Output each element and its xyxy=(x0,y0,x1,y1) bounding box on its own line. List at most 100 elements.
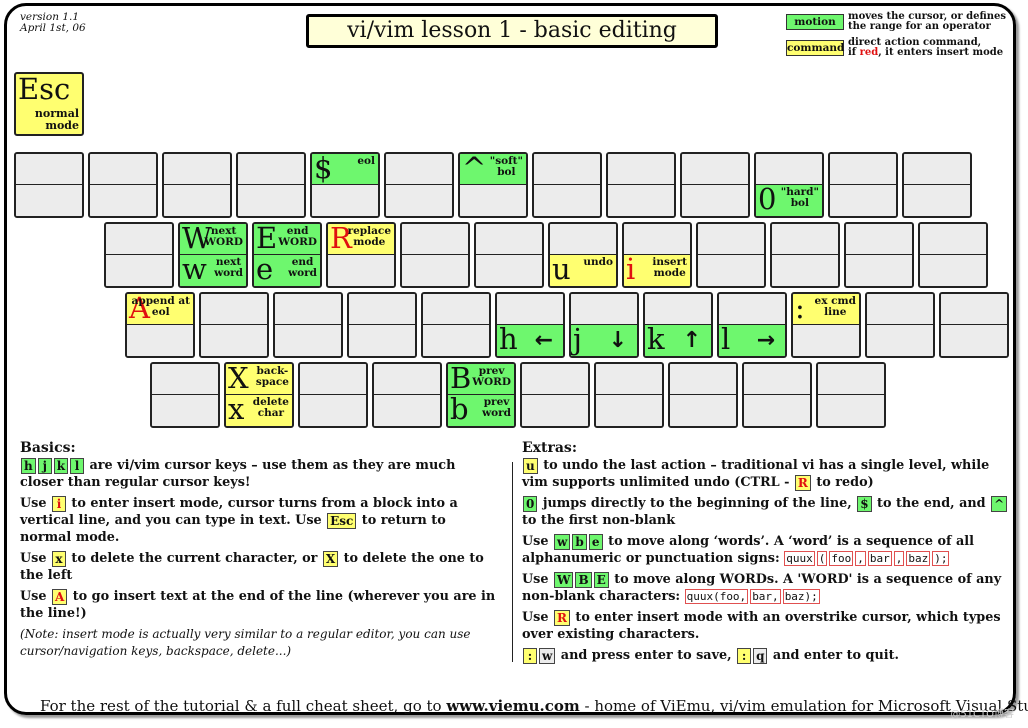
keyboard-key-blank[interactable] xyxy=(150,362,220,428)
key-glyph: i xyxy=(626,252,636,286)
keyboard-key-B[interactable]: Bprev WORD b prev word xyxy=(446,362,516,428)
key-bot-half: e end word xyxy=(254,252,320,286)
key-top-half xyxy=(497,294,563,325)
key-top-half xyxy=(744,364,810,395)
key-bot-half xyxy=(349,325,415,356)
version-date: April 1st, 06 xyxy=(20,22,86,34)
key-top-half: ^ "soft" bol xyxy=(460,154,526,185)
keyboard-key-blank[interactable] xyxy=(918,222,988,288)
keyboard-key-blank[interactable] xyxy=(532,152,602,218)
extras-p3: Use wbe to move along ‘words’. A ‘word’ … xyxy=(522,533,1012,567)
keyboard-key-i[interactable]: i insert mode xyxy=(622,222,692,288)
key-bot-half xyxy=(127,325,193,356)
keyboard-key-:[interactable]: : ex cmd line xyxy=(791,292,861,358)
key-top-half xyxy=(386,154,452,185)
keyboard-key-$[interactable]: $ eol xyxy=(310,152,380,218)
keyboard-key-blank[interactable] xyxy=(298,362,368,428)
keyboard-key-blank[interactable] xyxy=(816,362,886,428)
keyboard-key-blank[interactable] xyxy=(844,222,914,288)
key-B: B xyxy=(575,571,592,588)
basics-p1: hjkl are vi/vim cursor keys – use them a… xyxy=(20,457,500,491)
keyboard-key-blank[interactable] xyxy=(14,152,84,218)
section-divider xyxy=(512,462,513,662)
keyboard-key-blank[interactable] xyxy=(384,152,454,218)
keyboard-key-blank[interactable] xyxy=(199,292,269,358)
keyboard-key-A[interactable]: Aappend at eol xyxy=(125,292,195,358)
footer-text: For the rest of the tutorial & a full ch… xyxy=(40,697,447,715)
keyboard-key-^[interactable]: ^ "soft" bol xyxy=(458,152,528,218)
key-glyph: e xyxy=(256,252,274,286)
key-description: prev word xyxy=(482,396,511,419)
keyboard-key-X[interactable]: Xback-space x delete char xyxy=(224,362,294,428)
text: Use xyxy=(522,610,553,625)
key-description: end word xyxy=(288,256,317,279)
keyboard-key-blank[interactable] xyxy=(865,292,935,358)
footer-link[interactable]: www.viemu.com xyxy=(446,697,579,715)
keyboard-key-l[interactable]: l → xyxy=(717,292,787,358)
keyboard-key-blank[interactable] xyxy=(273,292,343,358)
keyboard-key-0[interactable]: 0 "hard" bol xyxy=(754,152,824,218)
keyboard-key-k[interactable]: k ↑ xyxy=(643,292,713,358)
keyboard-key-blank[interactable] xyxy=(828,152,898,218)
key-k: k xyxy=(53,457,69,474)
key-W: W xyxy=(553,571,574,588)
key-top-half xyxy=(818,364,884,395)
keyboard-key-E[interactable]: Eend WORD e end word xyxy=(252,222,322,288)
key-bot-half xyxy=(772,255,838,286)
key-bot-half: w next word xyxy=(180,252,246,286)
text: Use xyxy=(20,496,51,511)
keyboard-key-blank[interactable] xyxy=(770,222,840,288)
code-token: bar xyxy=(867,551,892,566)
keyboard-key-j[interactable]: j ↓ xyxy=(569,292,639,358)
key-glyph: h xyxy=(499,322,518,356)
keyboard-key-h[interactable]: h ← xyxy=(495,292,565,358)
key-bot-half xyxy=(386,185,452,216)
keyboard-key-blank[interactable] xyxy=(236,152,306,218)
keyboard-key-blank[interactable] xyxy=(347,292,417,358)
keyboard-key-blank[interactable] xyxy=(372,362,442,428)
key-description: next WORD xyxy=(204,225,243,248)
key-bot-half xyxy=(402,255,468,286)
page-title: vi/vim lesson 1 - basic editing xyxy=(306,14,718,48)
key-bot-half xyxy=(374,395,440,426)
keyboard-key-blank[interactable] xyxy=(680,152,750,218)
key-bot-half xyxy=(682,185,748,216)
keyboard-key-blank[interactable] xyxy=(696,222,766,288)
key-b: b xyxy=(572,533,587,550)
keyboard-key-blank[interactable] xyxy=(104,222,174,288)
key-top-half xyxy=(534,154,600,185)
key-glyph: B xyxy=(450,362,472,395)
keyboard-key-blank[interactable] xyxy=(162,152,232,218)
keyboard-key-blank[interactable] xyxy=(939,292,1009,358)
keyboard-key-blank[interactable] xyxy=(594,362,664,428)
keyboard-key-blank[interactable] xyxy=(902,152,972,218)
keyboard-key-u[interactable]: u undo xyxy=(548,222,618,288)
keyboard-key-blank[interactable] xyxy=(400,222,470,288)
keyboard-key-blank[interactable] xyxy=(421,292,491,358)
legend-motion-desc-line2: the range for an operator xyxy=(848,21,991,32)
key-u: u xyxy=(523,457,538,474)
extras-p5: Use R to enter insert mode with an overs… xyxy=(522,609,1012,643)
code-token: foo xyxy=(829,551,854,566)
key-top-half xyxy=(645,294,711,325)
keyboard-key-blank[interactable] xyxy=(88,152,158,218)
key-top-half: Wnext WORD xyxy=(180,224,246,255)
version-info: version 1.1 April 1st, 06 xyxy=(20,12,86,34)
keyboard-key-blank[interactable] xyxy=(520,362,590,428)
keyboard-key-W[interactable]: Wnext WORD w next word xyxy=(178,222,248,288)
esc-key[interactable]: Esc normal mode xyxy=(14,72,84,136)
key-R: R xyxy=(553,609,570,626)
key-description: replace mode xyxy=(347,225,391,248)
text: to enter insert mode with an overstrike … xyxy=(522,610,1001,642)
extras-p1: u to undo the last action – traditional … xyxy=(522,457,1012,491)
legend-motion-swatch: motion xyxy=(786,14,844,30)
code-token: ); xyxy=(932,551,950,566)
key-bot-half xyxy=(846,255,912,286)
keyboard-key-R[interactable]: Rreplace mode xyxy=(326,222,396,288)
key-top-half xyxy=(846,224,912,255)
keyboard-key-blank[interactable] xyxy=(742,362,812,428)
keyboard-key-blank[interactable] xyxy=(606,152,676,218)
key-description: next word xyxy=(214,256,243,279)
keyboard-key-blank[interactable] xyxy=(668,362,738,428)
keyboard-key-blank[interactable] xyxy=(474,222,544,288)
